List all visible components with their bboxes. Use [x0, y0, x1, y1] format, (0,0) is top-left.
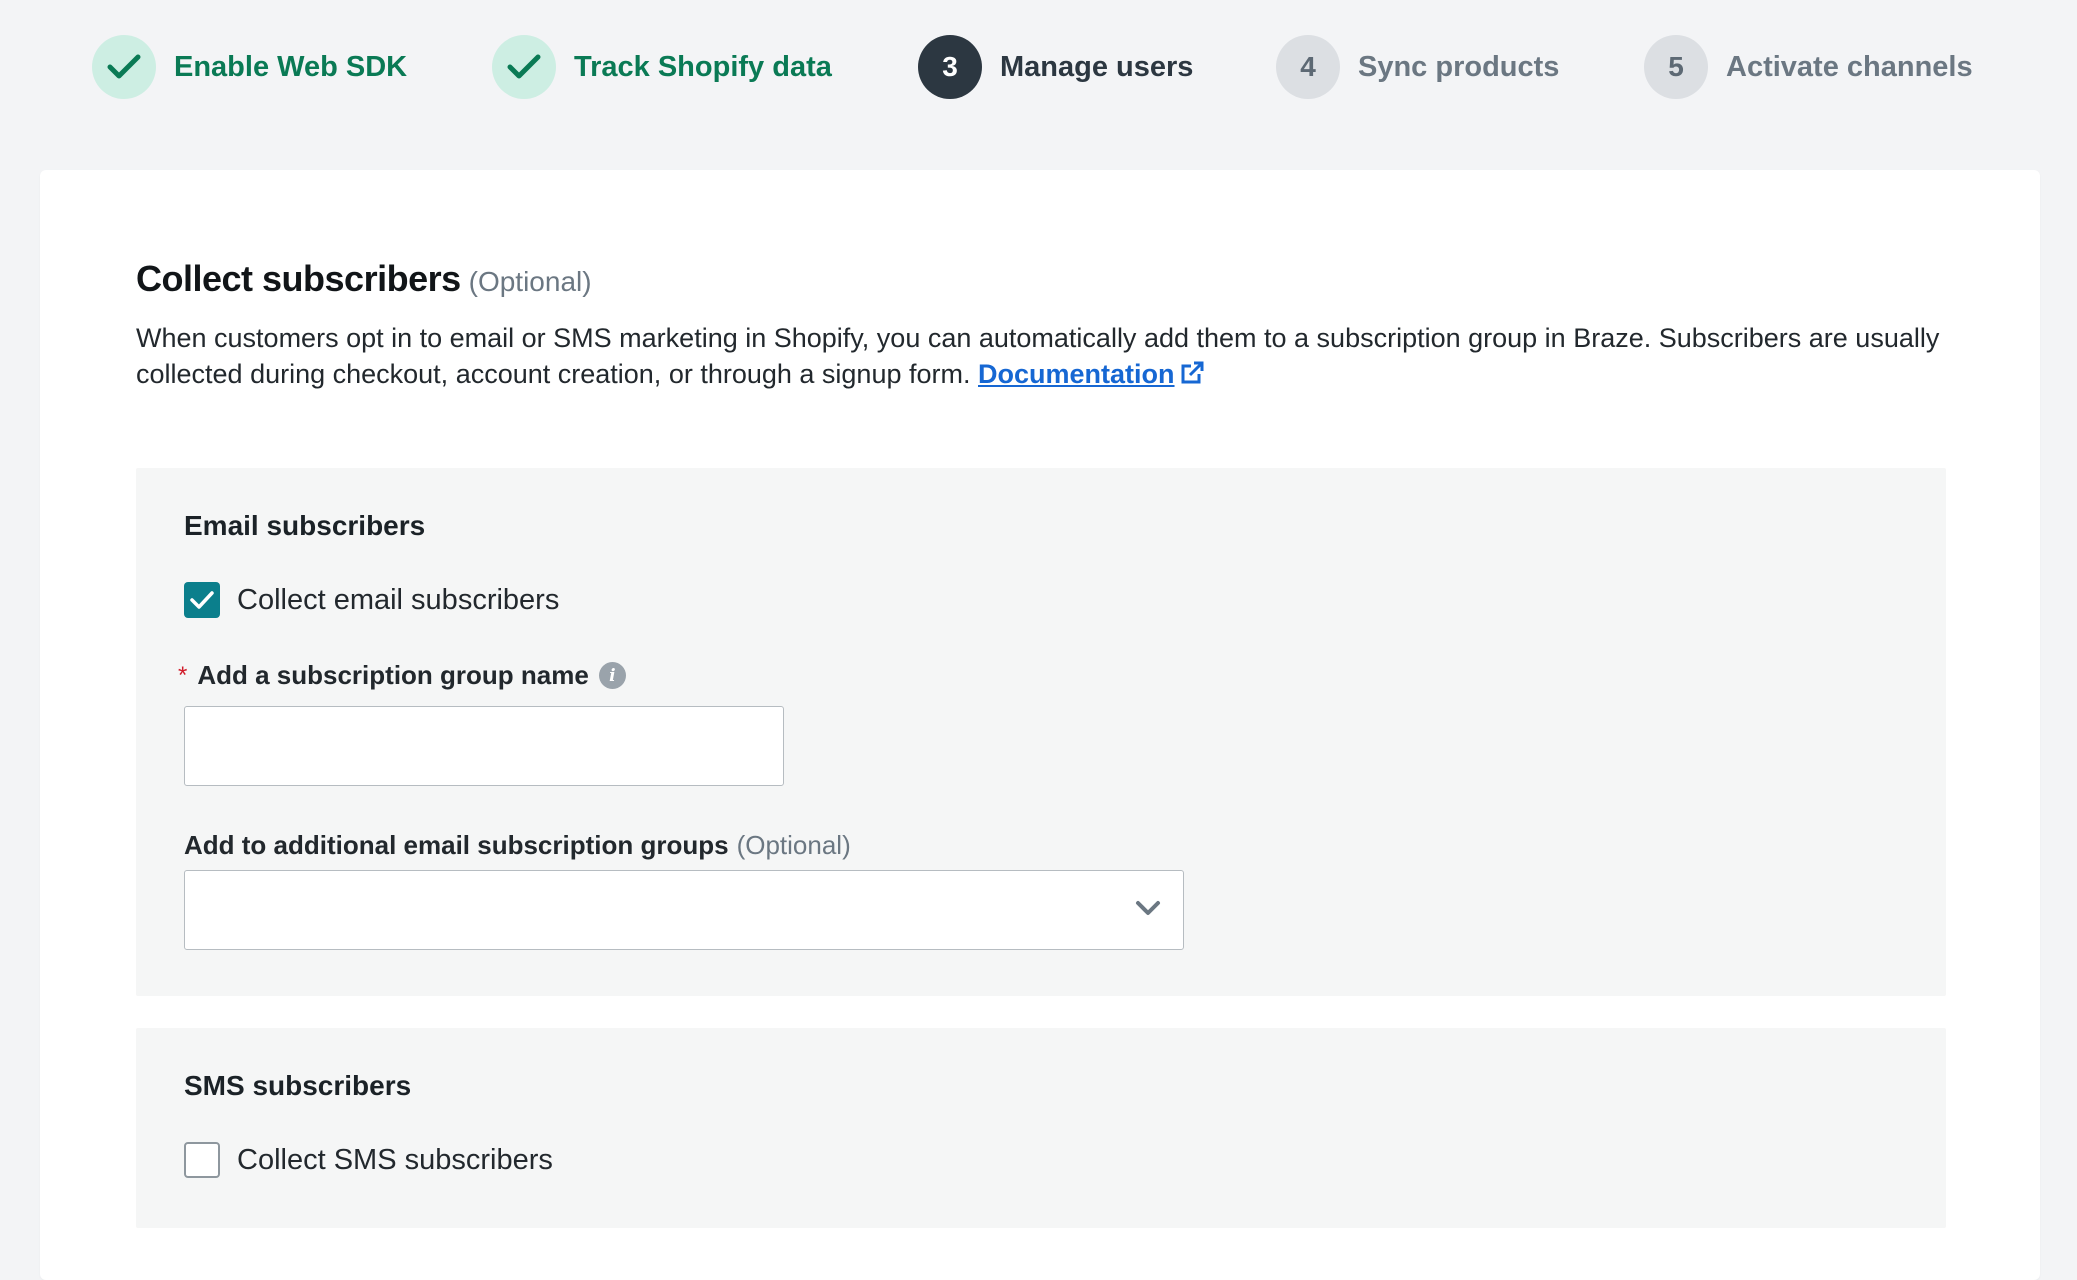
additional-groups-select[interactable] — [184, 870, 1184, 950]
checkbox-label: Collect SMS subscribers — [237, 1143, 553, 1176]
page-description: When customers opt in to email or SMS ma… — [136, 320, 1956, 392]
step-number: 5 — [1644, 35, 1708, 99]
subscription-group-name-input[interactable] — [184, 706, 784, 786]
collect-email-checkbox[interactable] — [184, 582, 220, 618]
additional-groups-label: Add to additional email subscription gro… — [184, 830, 851, 861]
email-subscribers-section: Email subscribers Collect email subscrib… — [136, 468, 1946, 996]
section-title: SMS subscribers — [184, 1070, 412, 1101]
external-link-icon — [1181, 361, 1204, 384]
step-activate-channels[interactable]: 5 Activate channels — [1644, 35, 1973, 99]
title-optional-tag: (Optional) — [468, 266, 592, 297]
step-number: 3 — [918, 35, 982, 99]
step-label: Sync products — [1358, 50, 1560, 83]
check-icon — [492, 35, 556, 99]
page-title: Collect subscribers — [136, 258, 461, 299]
documentation-link-label: Documentation — [978, 359, 1175, 389]
collect-email-checkbox-row[interactable]: Collect email subscribers — [184, 582, 559, 618]
progress-stepper: Enable Web SDK Track Shopify data 3 Mana… — [0, 0, 2077, 135]
collect-sms-checkbox-row[interactable]: Collect SMS subscribers — [184, 1142, 553, 1178]
collect-sms-checkbox[interactable] — [184, 1142, 220, 1178]
sms-subscribers-section: SMS subscribers Collect SMS subscribers — [136, 1028, 1946, 1228]
checkbox-label: Collect email subscribers — [237, 583, 560, 616]
check-icon — [92, 35, 156, 99]
chevron-down-icon — [1136, 901, 1160, 915]
step-label: Track Shopify data — [574, 50, 832, 83]
required-marker: * — [178, 661, 188, 689]
step-enable-web-sdk[interactable]: Enable Web SDK — [92, 35, 407, 99]
step-number: 4 — [1276, 35, 1340, 99]
page-title-row: Collect subscribers (Optional) — [136, 258, 592, 300]
step-label: Enable Web SDK — [174, 50, 408, 83]
step-track-shopify-data[interactable]: Track Shopify data — [492, 35, 832, 99]
checkmark-icon — [190, 591, 214, 609]
field-label-text: Add a subscription group name — [197, 660, 589, 690]
documentation-link[interactable]: Documentation — [978, 359, 1205, 389]
step-manage-users[interactable]: 3 Manage users — [918, 35, 1193, 99]
step-label: Activate channels — [1726, 50, 1973, 83]
step-label: Manage users — [1000, 50, 1194, 83]
optional-tag: (Optional) — [736, 830, 851, 860]
info-icon[interactable]: i — [598, 662, 626, 689]
section-title: Email subscribers — [184, 510, 426, 541]
field-label-text: Add to additional email subscription gro… — [184, 830, 729, 860]
step-sync-products[interactable]: 4 Sync products — [1276, 35, 1559, 99]
subscription-group-name-label: * Add a subscription group name i — [178, 660, 626, 691]
main-card: Collect subscribers (Optional) When cust… — [40, 170, 2040, 1280]
